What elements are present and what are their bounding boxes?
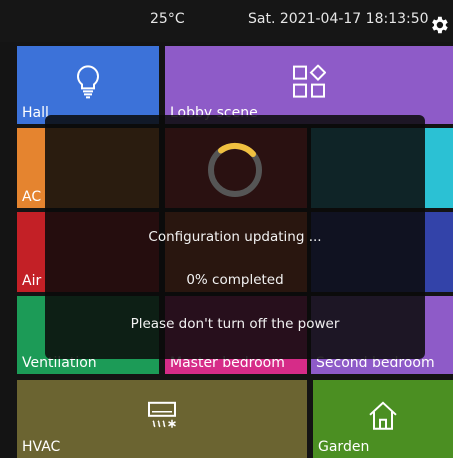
- dialog-title: Configuration updating ...: [148, 229, 322, 245]
- tile-label: Garden: [318, 439, 370, 455]
- tile-lobby-scene[interactable]: Lobby scene: [165, 46, 453, 124]
- tile-hall[interactable]: Hall: [17, 46, 159, 124]
- tile-hvac[interactable]: HVAC: [17, 380, 307, 458]
- temperature-readout: 25°C: [150, 11, 185, 27]
- status-bar: 25°C Sat. 2021-04-17 18:13:50: [0, 0, 453, 42]
- progress-text: 0% completed: [186, 272, 284, 288]
- house-icon: [369, 401, 397, 430]
- lightbulb-icon: [77, 65, 99, 99]
- tile-label: AC: [22, 189, 42, 205]
- tile-label: Air: [22, 273, 42, 289]
- tile-garden[interactable]: Garden: [313, 380, 453, 458]
- hvac-icon: [148, 401, 176, 428]
- config-update-dialog: Configuration updating ... 0% completed …: [45, 115, 425, 359]
- datetime-readout: Sat. 2021-04-17 18:13:50: [248, 11, 429, 27]
- gear-icon[interactable]: [428, 14, 450, 36]
- scene-grid-icon: [293, 64, 326, 98]
- loading-spinner-icon: [208, 142, 262, 197]
- tile-label: HVAC: [22, 439, 61, 455]
- power-warning: Please don't turn off the power: [130, 316, 340, 332]
